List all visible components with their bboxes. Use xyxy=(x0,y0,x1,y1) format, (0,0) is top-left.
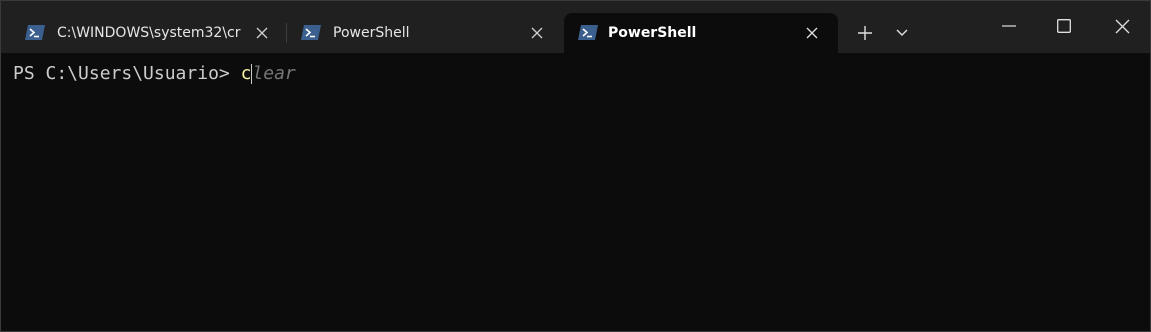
typed-input: c xyxy=(240,63,252,84)
command-line[interactable]: PS C:\Users\Usuario> c lear xyxy=(13,63,296,85)
tab-dropdown-button[interactable] xyxy=(889,21,915,45)
close-tab-icon[interactable] xyxy=(802,23,822,43)
terminal-window: C:\WINDOWS\system32\cr PowerShell PowerS… xyxy=(0,0,1151,332)
minimize-icon xyxy=(1002,25,1016,27)
prompt: PS C:\Users\Usuario> xyxy=(13,63,241,84)
tab-powershell-active[interactable]: PowerShell xyxy=(564,13,838,53)
close-window-button[interactable] xyxy=(1099,7,1145,45)
maximize-icon xyxy=(1057,19,1071,33)
close-tab-icon[interactable] xyxy=(252,23,272,43)
tab-cmd[interactable]: C:\WINDOWS\system32\cr xyxy=(11,13,286,53)
tab-label: PowerShell xyxy=(333,25,410,41)
close-icon xyxy=(1115,19,1129,33)
plus-icon xyxy=(858,26,872,40)
autocomplete-suggestion: lear xyxy=(252,63,296,84)
tab-powershell-1[interactable]: PowerShell xyxy=(287,13,562,53)
powershell-icon xyxy=(578,25,598,40)
terminal-output[interactable]: PS C:\Users\Usuario> c lear xyxy=(1,53,1150,331)
tab-label: PowerShell xyxy=(608,25,697,41)
chevron-down-icon xyxy=(896,29,908,36)
close-tab-icon[interactable] xyxy=(527,23,547,43)
tab-label: C:\WINDOWS\system32\cr xyxy=(57,25,241,41)
new-tab-button[interactable] xyxy=(851,21,879,45)
maximize-button[interactable] xyxy=(1041,7,1087,45)
powershell-icon xyxy=(301,25,321,40)
minimize-button[interactable] xyxy=(986,7,1032,45)
title-bar: C:\WINDOWS\system32\cr PowerShell PowerS… xyxy=(1,1,1150,53)
powershell-icon xyxy=(25,25,45,40)
